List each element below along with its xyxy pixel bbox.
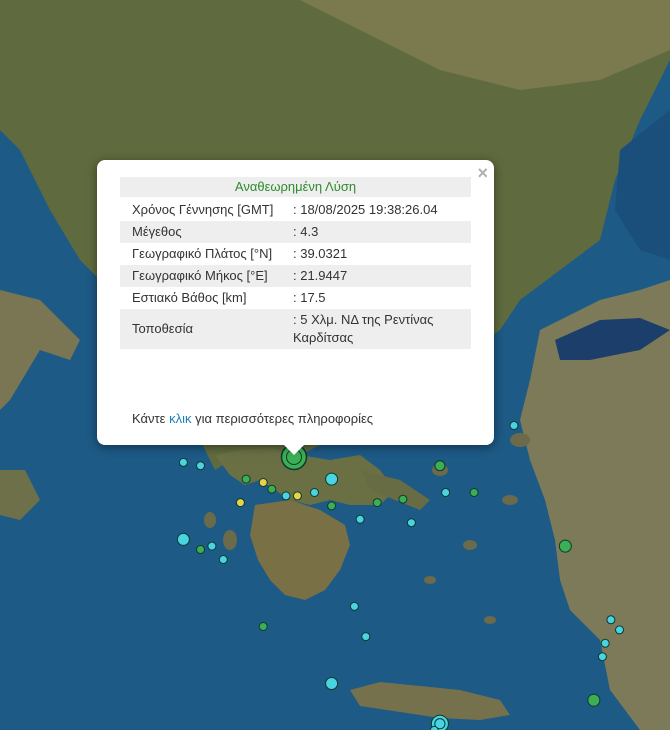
earthquake-marker[interactable] <box>372 498 382 508</box>
earthquake-marker[interactable] <box>597 652 607 662</box>
latitude-value: : 39.0321 <box>293 246 348 261</box>
island <box>424 576 436 584</box>
earthquake-marker[interactable] <box>235 498 245 508</box>
more-info-prefix: Κάντε <box>132 411 170 426</box>
earthquake-marker[interactable] <box>196 461 205 471</box>
depth-value: : 17.5 <box>293 290 326 305</box>
earthquake-marker[interactable] <box>441 488 451 497</box>
more-info-text: Κάντε κλικ για περισσότερες πληροφορίες <box>132 411 373 426</box>
earthquake-marker[interactable] <box>429 725 439 730</box>
earthquake-marker[interactable] <box>258 478 268 487</box>
earthquake-marker[interactable] <box>327 501 337 511</box>
earthquake-marker[interactable] <box>406 518 416 528</box>
popup-tip <box>284 445 304 455</box>
table-row-magnitude: Μέγεθος : 4.3 <box>120 221 471 243</box>
island <box>204 512 216 528</box>
earthquake-marker[interactable] <box>349 601 359 611</box>
earthquake-marker[interactable] <box>258 622 268 631</box>
magnitude-value: : 4.3 <box>286 221 471 243</box>
earthquake-marker[interactable] <box>398 494 408 504</box>
earthquake-marker[interactable] <box>606 615 616 625</box>
earthquake-popup: × Αναθεωρημένη Λύση Χρόνος Γέννησης [GMT… <box>97 160 494 445</box>
earthquake-marker[interactable] <box>325 472 339 486</box>
earthquake-marker[interactable] <box>325 677 339 690</box>
earthquake-marker[interactable] <box>207 541 217 551</box>
earthquake-marker[interactable] <box>434 460 446 472</box>
magnitude-label: Μέγεθος <box>120 221 286 243</box>
earthquake-marker[interactable] <box>600 638 610 648</box>
earthquake-info-table: Χρόνος Γέννησης [GMT] : 18/08/2025 19:38… <box>120 199 471 349</box>
earthquake-marker[interactable] <box>178 457 188 467</box>
table-row-depth: Εστιακό Βάθος [km] : 17.5 <box>120 287 471 309</box>
earthquake-marker[interactable] <box>218 555 228 564</box>
origin-time-value: : 18/08/2025 19:38:26.04 <box>293 202 438 217</box>
earthquake-marker[interactable] <box>281 491 291 501</box>
earthquake-marker[interactable] <box>176 532 190 546</box>
earthquake-marker[interactable] <box>355 514 365 524</box>
longitude-label: Γεωγραφικό Μήκος [°E] <box>120 265 286 287</box>
popup-title: Αναθεωρημένη Λύση <box>120 177 471 197</box>
location-value: : 5 Χλμ. ΝΔ της Ρεντίνας Καρδίτσας <box>286 309 471 349</box>
table-row-longitude: Γεωγραφικό Μήκος [°E] : 21.9447 <box>120 265 471 287</box>
island <box>510 433 530 447</box>
table-row-origin-time: Χρόνος Γέννησης [GMT] : 18/08/2025 19:38… <box>120 199 471 221</box>
more-info-link[interactable]: κλικ <box>169 411 191 426</box>
island <box>223 530 237 550</box>
earthquake-marker[interactable] <box>615 625 624 635</box>
table-row-location: Τοποθεσία : 5 Χλμ. ΝΔ της Ρεντίνας Καρδί… <box>120 309 471 349</box>
island <box>502 495 518 505</box>
earthquake-marker[interactable] <box>361 632 371 642</box>
earthquake-marker[interactable] <box>267 484 277 494</box>
table-row-latitude: Γεωγραφικό Πλάτος [°N] : 39.0321 <box>120 243 471 265</box>
earthquake-marker[interactable] <box>558 539 572 553</box>
more-info-suffix: για περισσότερες πληροφορίες <box>191 411 374 426</box>
earthquake-marker[interactable] <box>469 488 479 497</box>
island <box>484 616 496 624</box>
island <box>463 540 477 550</box>
close-icon[interactable]: × <box>477 164 488 182</box>
earthquake-marker[interactable] <box>292 491 302 501</box>
earthquake-marker[interactable] <box>509 421 519 430</box>
earthquake-marker[interactable] <box>587 693 601 707</box>
earthquake-marker[interactable] <box>241 474 251 484</box>
location-label: Τοποθεσία <box>120 309 286 349</box>
depth-label: Εστιακό Βάθος [km] <box>132 290 247 305</box>
earthquake-marker[interactable] <box>310 488 319 497</box>
latitude-label: Γεωγραφικό Πλάτος [°N] <box>132 246 273 261</box>
earthquake-marker[interactable] <box>196 545 205 554</box>
origin-time-label: Χρόνος Γέννησης [GMT] <box>132 202 274 217</box>
longitude-value: : 21.9447 <box>286 265 471 287</box>
